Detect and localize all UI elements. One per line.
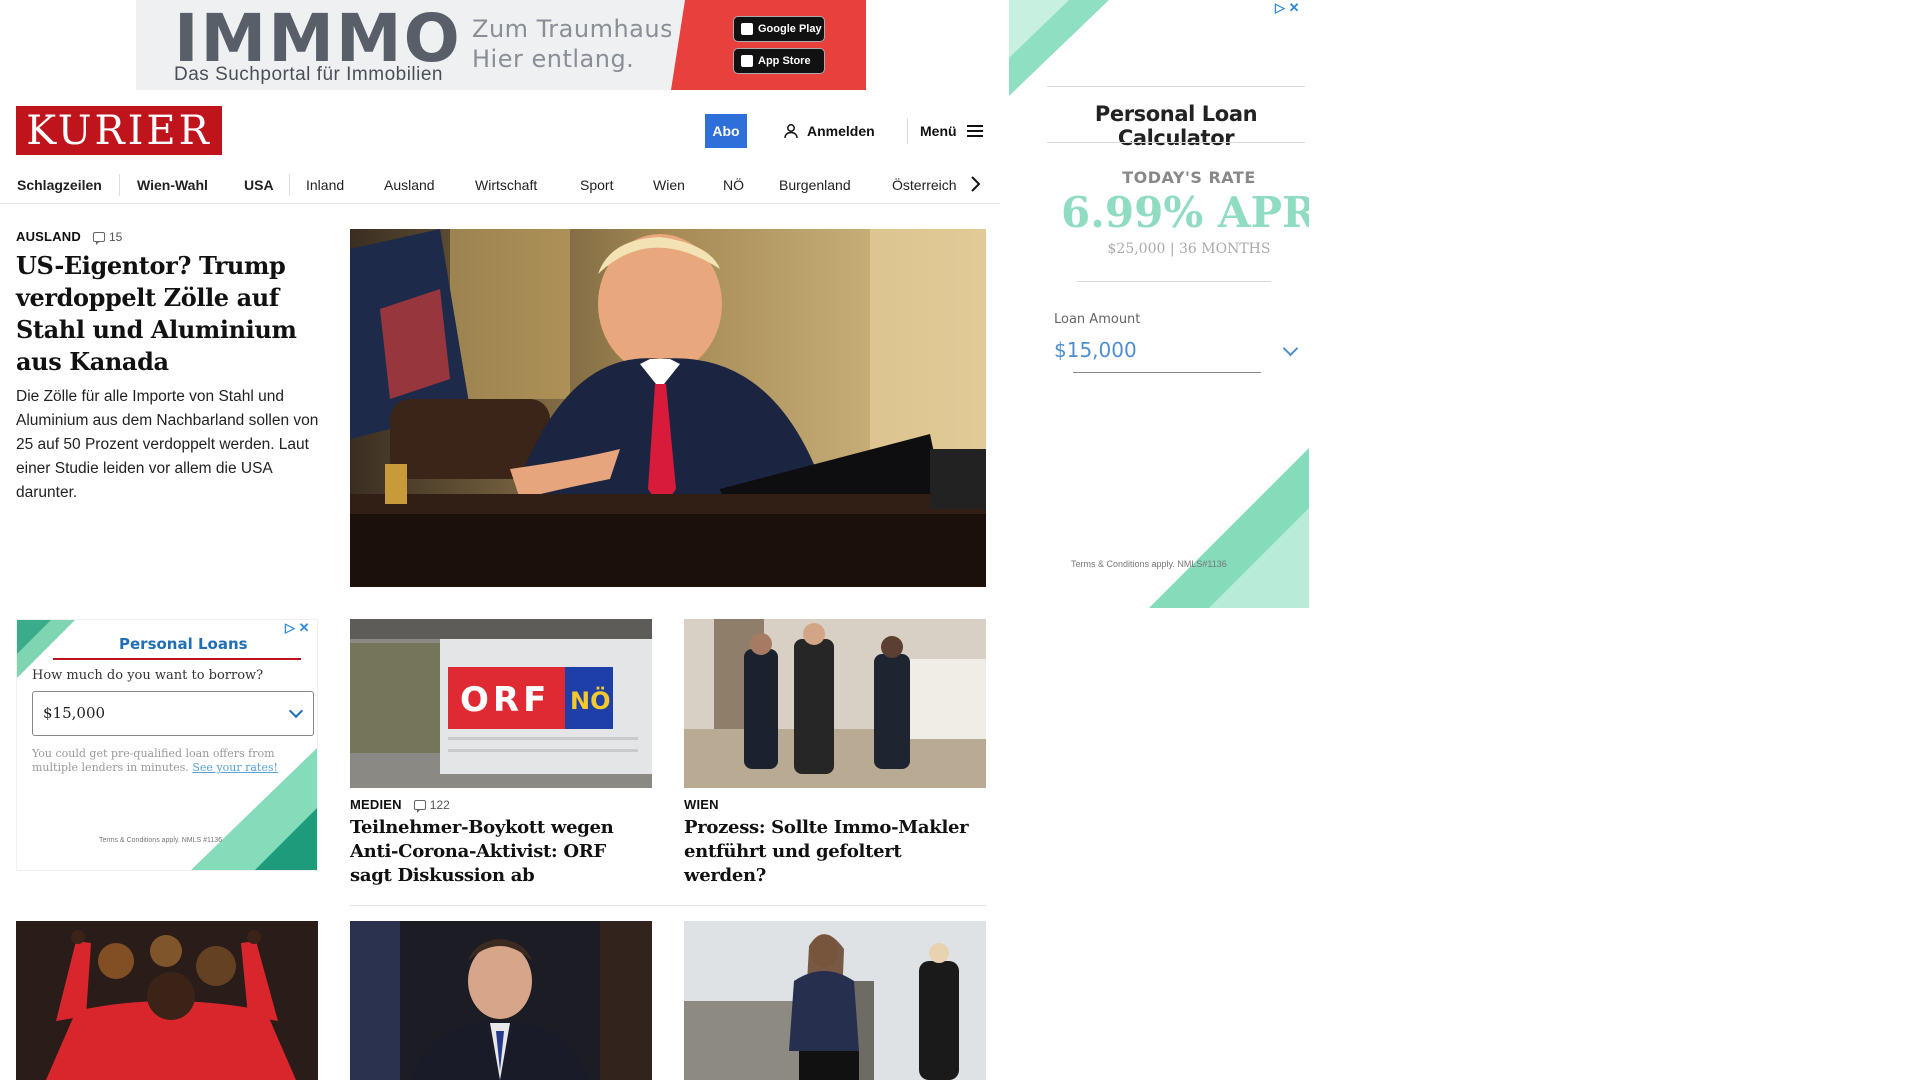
login-label: Anmelden [807,123,875,139]
select-underline [1073,372,1261,373]
nav-item-wirtschaft[interactable]: Wirtschaft [475,177,537,193]
card-image-football[interactable] [16,921,318,1080]
card-headline[interactable]: Teilnehmer-Boykott wegen Anti-Corona-Akt… [350,816,652,888]
card-kicker-row: WIEN [684,797,719,812]
ad-terms: Terms & Conditions apply. NMLS #1136 [99,837,223,844]
card-kicker[interactable]: MEDIEN [350,797,402,812]
apr-value: 6.99% APR [1061,188,1309,237]
ad-choices-icon[interactable]: ▷ ✕ [285,620,310,636]
ad-title-underline [53,658,301,660]
ad-question: How much do you want to borrow? [32,668,264,683]
card-image-court[interactable] [684,619,986,788]
noe-sign-text: NÖ [570,685,611,715]
see-rates-link[interactable]: See your rates! [192,761,278,774]
nav-item-schlagzeilen[interactable]: Schlagzeilen [17,177,102,193]
nav-underline [0,203,1000,204]
menu-button[interactable]: Menü [920,120,983,142]
lead-kicker[interactable]: AUSLAND [16,229,81,244]
comment-icon [92,231,105,245]
card-comment-count[interactable]: 122 [413,798,450,813]
nav-item-wien[interactable]: Wien [653,177,685,193]
nav-item-noe[interactable]: NÖ [723,177,744,193]
nav-item-usa[interactable]: USA [244,177,274,193]
lead-teaser: Die Zölle für alle Importe von Stahl und… [16,388,319,501]
section-nav: Schlagzeilen Wien-Wahl USA Inland Auslan… [16,168,1006,204]
rate-sub: $25,000 | 36 MONTHS [1107,241,1271,257]
rate-label: TODAY'S RATE [1122,168,1256,187]
ad-subtitle: Das Suchportal für Immobilien [174,64,443,85]
nav-item-wien-wahl[interactable]: Wien-Wahl [137,177,208,193]
ad-tagline: Zum Traumhaus? Hier entlang. [472,15,687,73]
personal-loans-ad[interactable]: ▷ ✕ Personal Loans How much do you want … [16,619,318,871]
menu-label: Menü [920,123,957,139]
ad-divider [1047,86,1305,87]
nav-item-ausland[interactable]: Ausland [384,177,435,193]
lead-comment-count[interactable]: 15 [92,230,122,245]
hamburger-icon [966,125,983,137]
chevron-down-icon[interactable] [1282,340,1299,357]
card-kicker[interactable]: WIEN [684,797,719,812]
nav-scroll-right-icon[interactable] [968,172,982,196]
ad-note: You could get pre-qualified loan offers … [32,747,278,774]
lead-image[interactable] [350,229,986,587]
loan-calculator-ad[interactable]: ▷ ✕ Personal Loan Calculator TODAY'S RAT… [1009,0,1309,608]
chevron-down-icon [288,703,304,719]
user-icon [784,124,798,139]
orf-sign-text: ORF [460,680,550,720]
lead-kicker-row: AUSLAND 15 [16,229,122,245]
nav-divider [289,174,290,196]
top-banner-ad[interactable]: IMMMO Das Suchportal für Immobilien Zum … [136,0,866,90]
nav-item-inland[interactable]: Inland [306,177,344,193]
card-kicker-row: MEDIEN 122 [350,797,450,813]
loan-amount-select[interactable]: $15,000 [32,691,314,736]
card-image-orf[interactable]: ORF NÖ [350,619,652,788]
google-play-badge[interactable]: Google Play [733,16,825,42]
ad-title: Personal Loans [119,635,248,653]
card-image-fashion[interactable] [684,921,986,1080]
nav-divider [119,174,120,196]
card-headline[interactable]: Prozess: Sollte Immo-Makler entführt und… [684,816,986,888]
card-image-musk[interactable] [350,921,652,1080]
kurier-logo[interactable]: KURIER [16,106,222,155]
ad-choices-icon[interactable]: ▷ ✕ [1275,0,1300,16]
comment-icon [413,799,426,813]
ad-divider [1077,281,1271,282]
app-store-badge[interactable]: App Store [733,48,825,74]
nav-item-oesterreich[interactable]: Österreich [892,177,957,193]
abo-button[interactable]: Abo [705,114,747,148]
loan-amount-label: Loan Amount [1054,312,1141,327]
row-divider [350,905,986,906]
login-button[interactable]: Anmelden [783,120,875,142]
header-divider [907,118,908,144]
ad-divider [1047,142,1305,143]
nav-item-burgenland[interactable]: Burgenland [779,177,851,193]
loan-amount-select[interactable]: $15,000 [1054,338,1137,362]
ad-terms: Terms & Conditions apply. NMLS#1136 [1071,559,1227,569]
ad-store-panel: Google Play App Store [671,0,866,90]
nav-item-sport[interactable]: Sport [580,177,613,193]
lead-headline[interactable]: US-Eigentor? Trump verdoppelt Zölle auf … [16,250,316,378]
